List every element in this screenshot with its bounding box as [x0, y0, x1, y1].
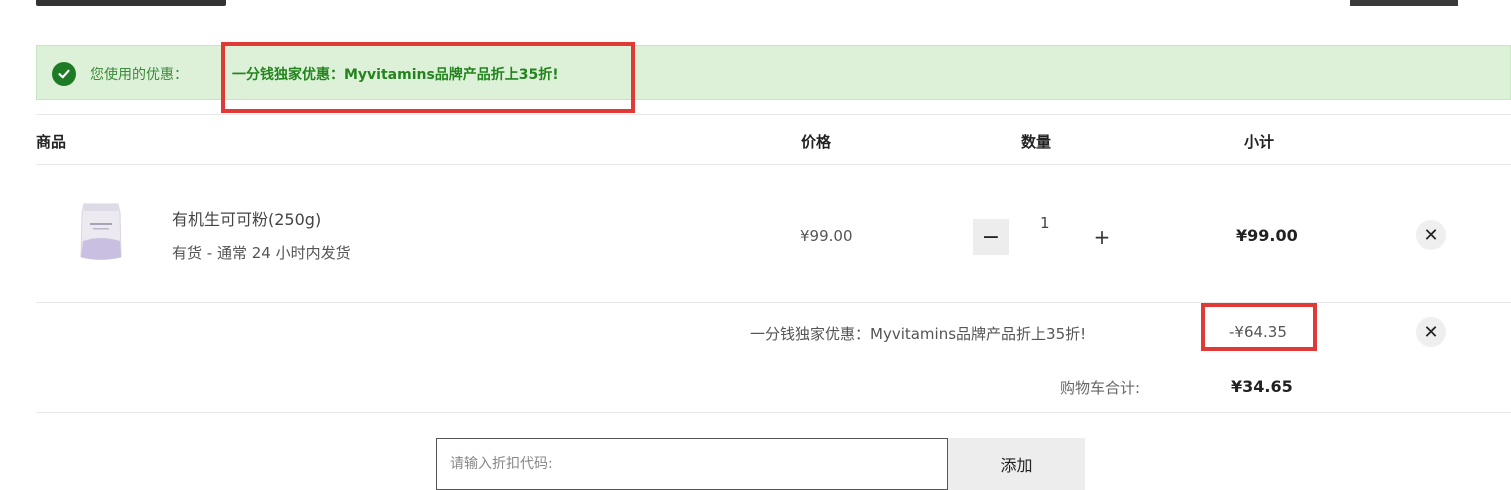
product-price: ¥99.00: [800, 227, 853, 245]
highlight-box-discount: [1201, 303, 1317, 351]
header-subtotal: 小计: [1244, 133, 1275, 151]
page-title-partial: [36, 0, 226, 6]
quantity-value[interactable]: 1: [1040, 214, 1050, 232]
product-name[interactable]: 有机生可可粉(250g): [172, 206, 321, 230]
product-stock-status: 有货 - 通常 24 小时内发货: [172, 244, 351, 262]
discount-code-input[interactable]: [436, 438, 948, 490]
header-product: 商品: [36, 133, 67, 151]
remove-item-button[interactable]: ✕: [1416, 220, 1446, 250]
divider: [36, 164, 1511, 165]
quantity-increase-button[interactable]: +: [1084, 219, 1120, 255]
cart-total-label: 购物车合计:: [1060, 379, 1141, 397]
divider: [36, 114, 1511, 115]
quantity-decrease-button[interactable]: −: [973, 219, 1009, 255]
header-quantity: 数量: [1021, 133, 1052, 151]
add-discount-button[interactable]: 添加: [948, 438, 1085, 490]
remove-discount-button[interactable]: ✕: [1416, 317, 1446, 347]
discount-label: 一分钱独家优惠：Myvitamins品牌产品折上35折!: [750, 325, 1087, 343]
highlight-box-coupon: [221, 42, 635, 113]
check-circle-icon: [52, 62, 76, 86]
product-thumbnail[interactable]: [76, 201, 126, 263]
header-price: 价格: [801, 133, 832, 151]
cart-total-value: ¥34.65: [1231, 377, 1293, 396]
product-subtotal: ¥99.00: [1236, 226, 1298, 245]
banner-label: 您使用的优惠：: [90, 67, 188, 83]
divider: [36, 412, 1511, 413]
top-button-partial[interactable]: [1350, 0, 1458, 6]
